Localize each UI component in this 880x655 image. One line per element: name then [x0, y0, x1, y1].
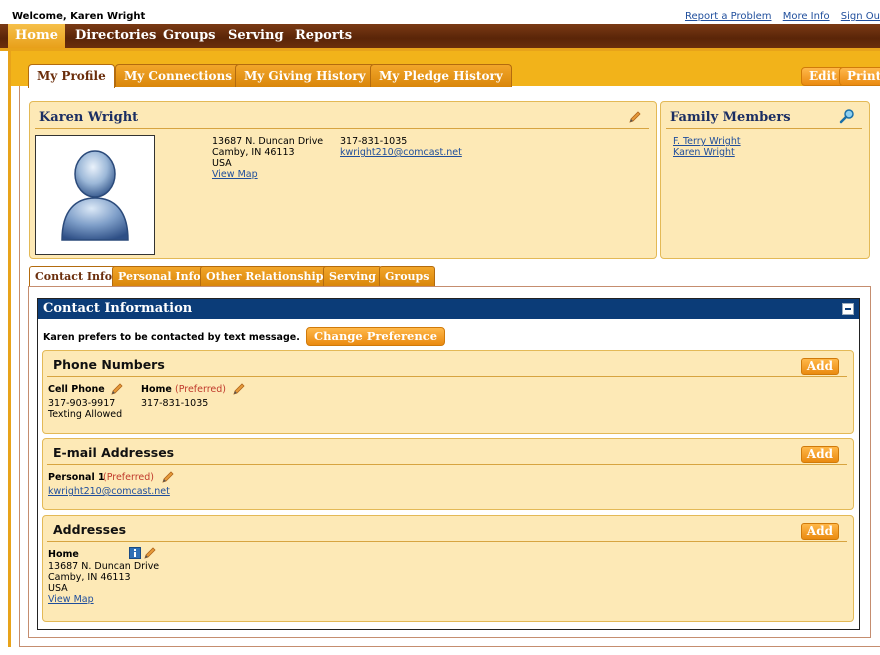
family-title: Family Members — [670, 110, 791, 125]
nav-serving[interactable]: Serving — [228, 24, 284, 48]
tab-my-pledge-history[interactable]: My Pledge History — [370, 64, 512, 87]
email-link[interactable]: kwright210@comcast.net — [48, 486, 170, 497]
email-label: Personal 1 — [48, 472, 105, 483]
email-addresses-title: E-mail Addresses — [53, 445, 175, 460]
profile-name: Karen Wright — [39, 110, 139, 125]
cell-phone-number: 317-903-9917 — [48, 398, 116, 409]
tab-my-giving-history[interactable]: My Giving History — [235, 64, 375, 87]
tab-my-connections[interactable]: My Connections — [115, 64, 241, 87]
phone-numbers-title: Phone Numbers — [53, 357, 165, 372]
person-silhouette-icon — [61, 150, 129, 241]
contact-information-title: Contact Information — [43, 301, 193, 316]
edit-pencil-icon[interactable] — [110, 382, 124, 396]
email-addresses-panel: E-mail Addresses Add Personal 1 (Preferr… — [42, 438, 854, 510]
profile-country: USA — [212, 158, 232, 169]
home-phone-preferred: (Preferred) — [175, 384, 227, 395]
tab-groups[interactable]: Groups — [379, 266, 436, 286]
email-preferred: (Preferred) — [103, 472, 155, 483]
main-nav: Home Directories Groups Serving Reports — [0, 24, 880, 51]
address-line1: 13687 N. Duncan Drive — [48, 561, 160, 572]
panel-divider — [47, 541, 847, 542]
welcome-text: Welcome, Karen Wright — [12, 11, 146, 22]
address-label: Home — [48, 549, 79, 560]
edit-pencil-icon[interactable] — [161, 470, 175, 484]
edit-pencil-icon[interactable] — [143, 546, 157, 560]
phone-numbers-panel: Phone Numbers Add Cell Phone 317-903-991… — [42, 350, 854, 434]
contact-preference-text: Karen prefers to be contacted by text me… — [43, 332, 300, 343]
profile-view-map-link[interactable]: View Map — [212, 169, 258, 180]
family-member-link[interactable]: Karen Wright — [673, 147, 735, 158]
tab-contact-info[interactable]: Contact Info — [29, 266, 119, 287]
top-links: Report a Problem More Info Sign Ou — [677, 11, 880, 22]
nav-reports[interactable]: Reports — [295, 24, 352, 48]
print-button[interactable]: Print — [839, 67, 880, 86]
top-bar: Welcome, Karen Wright Report a Problem M… — [0, 0, 880, 24]
more-info-link[interactable]: More Info — [783, 11, 830, 22]
contact-info-container: Contact Information Karen prefers to be … — [28, 286, 871, 638]
panel-divider — [47, 376, 847, 377]
profile-tab-strip: My Profile My Connections My Giving Hist… — [11, 51, 880, 88]
change-preference-button[interactable]: Change Preference — [306, 327, 446, 346]
sign-out-link[interactable]: Sign Ou — [841, 11, 880, 22]
home-phone-label: Home — [141, 384, 172, 395]
profile-panel: Karen Wright 13687 N. Duncan Drive Camby… — [29, 101, 657, 259]
addresses-panel: Addresses Add Home 13687 N. Duncan Drive… — [42, 515, 854, 622]
edit-pencil-icon[interactable] — [232, 382, 246, 396]
profile-email-link[interactable]: kwright210@comcast.net — [340, 147, 462, 158]
collapse-icon[interactable] — [842, 303, 854, 315]
tab-serving[interactable]: Serving — [323, 266, 382, 286]
home-phone-number: 317-831-1035 — [141, 398, 209, 409]
family-divider — [666, 128, 862, 129]
search-members-icon[interactable] — [839, 108, 855, 124]
cell-phone-label: Cell Phone — [48, 384, 105, 395]
profile-address-line2: Camby, IN 46113 — [212, 147, 295, 158]
contact-information-box: Contact Information Karen prefers to be … — [37, 298, 860, 630]
cell-phone-note: Texting Allowed — [48, 409, 123, 420]
info-icon[interactable] — [129, 547, 141, 559]
address-country: USA — [48, 583, 68, 594]
contact-information-header: Contact Information — [38, 299, 859, 319]
avatar — [35, 135, 155, 255]
profile-address-line1: 13687 N. Duncan Drive — [212, 136, 324, 147]
add-address-button[interactable]: Add — [800, 523, 839, 540]
nav-groups[interactable]: Groups — [163, 24, 215, 48]
tab-other-relationships[interactable]: Other Relationships — [200, 266, 336, 286]
report-problem-link[interactable]: Report a Problem — [685, 11, 772, 22]
family-panel: Family Members F. Terry Wright Karen Wri… — [660, 101, 870, 259]
add-email-button[interactable]: Add — [800, 446, 839, 463]
nav-directories[interactable]: Directories — [75, 24, 156, 48]
nav-home[interactable]: Home — [8, 24, 65, 48]
tab-personal-info[interactable]: Personal Info — [112, 266, 207, 286]
address-view-map-link[interactable]: View Map — [48, 594, 94, 605]
add-phone-button[interactable]: Add — [800, 358, 839, 375]
address-line2: Camby, IN 46113 — [48, 572, 131, 583]
panel-divider — [35, 128, 649, 129]
edit-pencil-icon[interactable] — [628, 110, 642, 124]
panel-divider — [47, 464, 847, 465]
profile-phone: 317-831-1035 — [340, 136, 408, 147]
tab-my-profile[interactable]: My Profile — [28, 64, 115, 88]
addresses-title: Addresses — [53, 522, 127, 537]
family-member-link[interactable]: F. Terry Wright — [673, 136, 741, 147]
